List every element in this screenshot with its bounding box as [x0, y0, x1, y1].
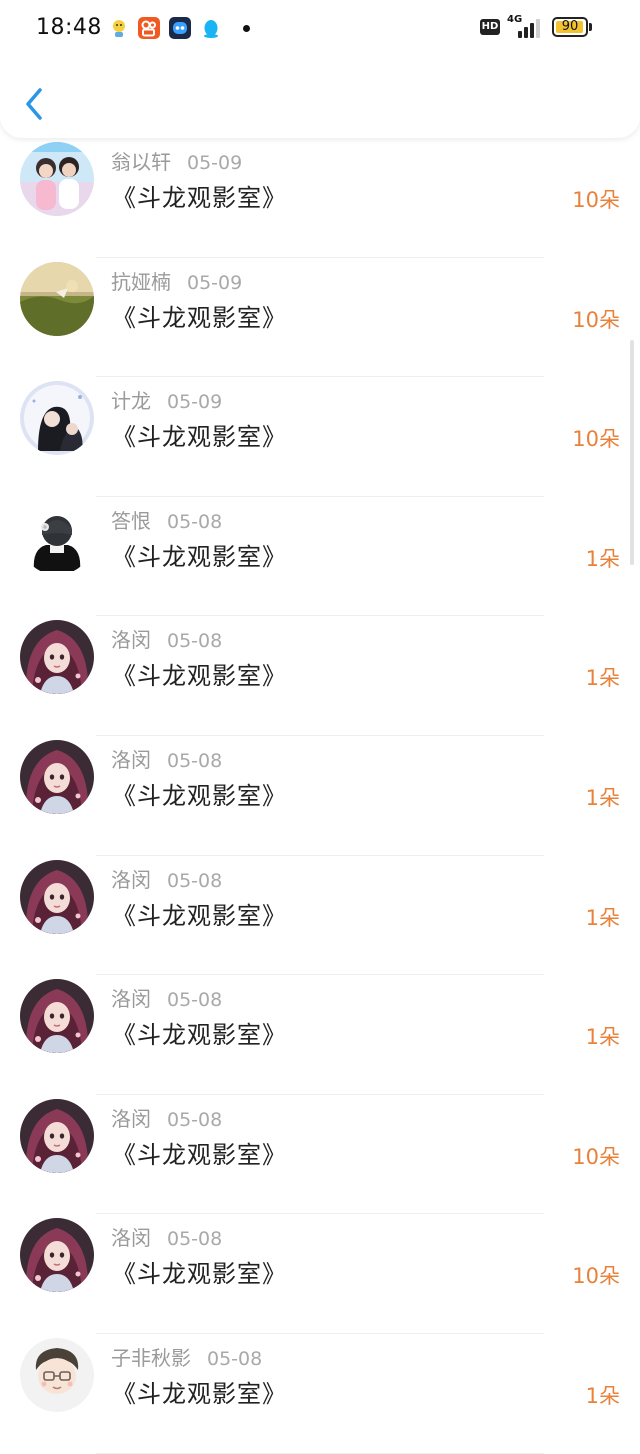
user-avatar[interactable]: [20, 381, 94, 456]
name-line: 子非秋影 05-08: [111, 1342, 262, 1371]
record-date: 05-09: [167, 391, 223, 414]
user-name[interactable]: 洛闵: [111, 1107, 151, 1131]
back-button[interactable]: [18, 84, 52, 124]
user-avatar[interactable]: [20, 739, 94, 814]
more-notifications-dot: [243, 25, 250, 32]
gift-count: 1朵: [585, 785, 620, 810]
gift-count: 10朵: [572, 1144, 620, 1169]
show-title: 《斗龙观影室》: [112, 1021, 287, 1050]
user-name[interactable]: 计龙: [111, 389, 151, 413]
show-title: 《斗龙观影室》: [112, 781, 287, 810]
user-avatar[interactable]: [20, 142, 94, 216]
name-line: 洛闵 05-08: [111, 1222, 222, 1251]
gift-record-row[interactable]: 洛闵 05-08 《斗龙观影室》 10朵: [0, 1214, 640, 1334]
record-date: 05-08: [167, 749, 223, 772]
user-avatar[interactable]: [20, 859, 94, 934]
user-avatar[interactable]: [20, 500, 94, 575]
gift-record-list: 翁以轩 05-09 《斗龙观影室》 10朵 抗娅楠 05-09 《斗龙观影室》 10…: [0, 138, 640, 1454]
gift-record-row[interactable]: 洛闵 05-08 《斗龙观影室》 1朵: [0, 616, 640, 736]
record-date: 05-08: [167, 630, 223, 653]
name-line: 洛闵 05-08: [111, 983, 222, 1012]
gift-count: 10朵: [572, 1264, 620, 1289]
gift-record-row[interactable]: 翁以轩 05-09 《斗龙观影室》 10朵: [0, 138, 640, 258]
kuaishou-app-icon: [138, 17, 160, 39]
gift-count: 1朵: [585, 546, 620, 571]
gift-record-row[interactable]: 计龙 05-09 《斗龙观影室》 10朵: [0, 377, 640, 497]
name-line: 洛闵 05-08: [111, 744, 222, 773]
gift-record-row[interactable]: 洛闵 05-08 《斗龙观影室》 1朵: [0, 975, 640, 1095]
scrollbar-thumb[interactable]: [630, 340, 634, 565]
gift-count: 1朵: [585, 666, 620, 691]
user-avatar[interactable]: [20, 620, 94, 695]
user-name[interactable]: 洛闵: [111, 1226, 151, 1250]
row-divider: [96, 1452, 544, 1454]
show-title: 《斗龙观影室》: [112, 901, 287, 930]
user-avatar[interactable]: [20, 1218, 94, 1293]
gift-record-row[interactable]: 洛闵 05-08 《斗龙观影室》 1朵: [0, 736, 640, 856]
gift-count: 1朵: [585, 1025, 620, 1050]
user-name[interactable]: 洛闵: [111, 868, 151, 892]
name-line: 计龙 05-09: [111, 385, 222, 414]
gift-record-row[interactable]: 洛闵 05-08 《斗龙观影室》 10朵: [0, 1095, 640, 1215]
gift-record-row[interactable]: 答恨 05-08 《斗龙观影室》 1朵: [0, 497, 640, 617]
gift-record-row[interactable]: 抗娅楠 05-09 《斗龙观影室》 10朵: [0, 258, 640, 378]
show-title: 《斗龙观影室》: [112, 184, 287, 212]
show-title: 《斗龙观影室》: [112, 1260, 287, 1289]
record-date: 05-08: [167, 869, 223, 892]
top-navigation-bar: [0, 56, 640, 138]
user-name[interactable]: 答恨: [111, 509, 151, 533]
user-name[interactable]: 翁以轩: [111, 150, 171, 174]
status-time: 18:48: [36, 15, 102, 40]
robot-app-icon: [169, 17, 191, 39]
chevron-left-icon: [26, 88, 42, 120]
show-title: 《斗龙观影室》: [112, 423, 287, 452]
battery-icon: 90: [552, 17, 588, 37]
record-date: 05-08: [207, 1347, 263, 1370]
record-date: 05-08: [167, 1108, 223, 1131]
show-title: 《斗龙观影室》: [112, 1379, 287, 1408]
gift-count: 10朵: [572, 307, 620, 332]
record-date: 05-09: [187, 152, 243, 174]
gift-record-row[interactable]: 洛闵 05-08 《斗龙观影室》 1朵: [0, 856, 640, 976]
name-line: 洛闵 05-08: [111, 624, 222, 653]
user-name[interactable]: 抗娅楠: [111, 270, 171, 294]
show-title: 《斗龙观影室》: [112, 662, 287, 691]
record-date: 05-08: [167, 1228, 223, 1251]
gift-count: 1朵: [585, 1383, 620, 1408]
hd-badge: HD: [480, 19, 500, 35]
status-bar: 18:48 HD 4G 90: [0, 0, 640, 56]
gift-count: 10朵: [572, 188, 620, 212]
battery-cap: [589, 23, 592, 31]
record-date: 05-08: [167, 510, 223, 533]
name-line: 洛闵 05-08: [111, 1103, 222, 1132]
user-name[interactable]: 洛闵: [111, 987, 151, 1011]
name-line: 洛闵 05-08: [111, 864, 222, 893]
avatar-app-icon: [108, 17, 130, 39]
user-avatar[interactable]: [20, 261, 94, 336]
show-title: 《斗龙观影室》: [112, 303, 287, 332]
record-date: 05-09: [187, 271, 243, 294]
signal-strength-icon: [514, 18, 544, 38]
record-date: 05-08: [167, 989, 223, 1012]
name-line: 翁以轩 05-09: [111, 146, 242, 175]
gift-count: 1朵: [585, 905, 620, 930]
user-name[interactable]: 洛闵: [111, 628, 151, 652]
name-line: 抗娅楠 05-09: [111, 266, 242, 295]
qq-penguin-icon: [200, 17, 222, 39]
show-title: 《斗龙观影室》: [112, 542, 287, 571]
gift-record-row[interactable]: 子非秋影 05-08 《斗龙观影室》 1朵: [0, 1334, 640, 1454]
user-avatar[interactable]: [20, 1337, 94, 1412]
show-title: 《斗龙观影室》: [112, 1140, 287, 1169]
user-name[interactable]: 洛闵: [111, 748, 151, 772]
name-line: 答恨 05-08: [111, 505, 222, 534]
user-avatar[interactable]: [20, 1098, 94, 1173]
user-name[interactable]: 子非秋影: [111, 1346, 191, 1370]
gift-count: 10朵: [572, 427, 620, 452]
battery-level: 90: [561, 19, 579, 34]
user-avatar[interactable]: [20, 979, 94, 1054]
